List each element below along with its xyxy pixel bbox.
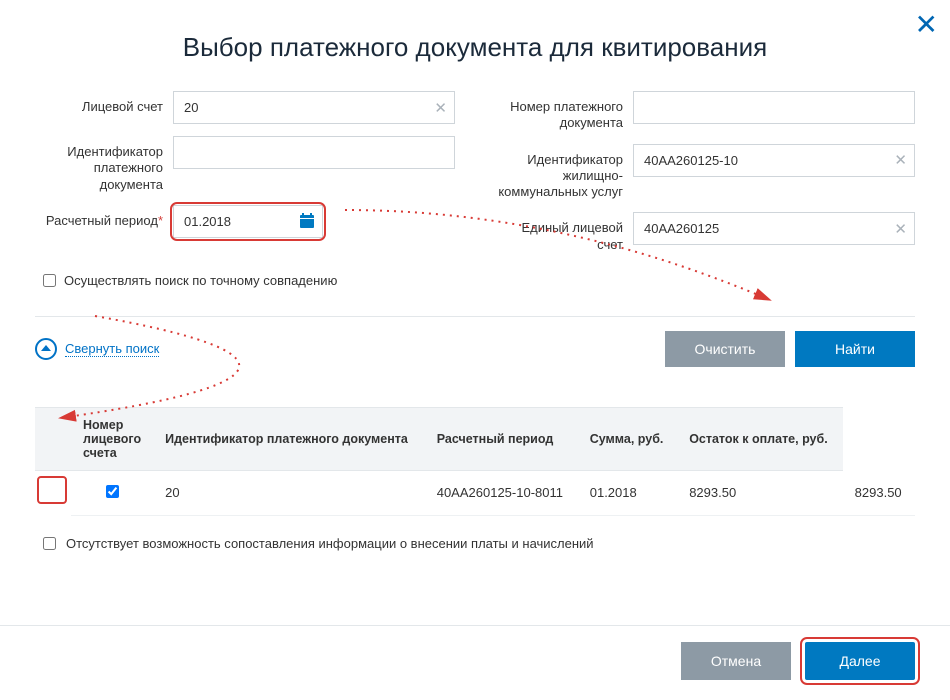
next-button[interactable]: Далее (805, 642, 915, 680)
table-row: 20 40АА260125-10-8011 01.2018 8293.50 82… (35, 470, 915, 515)
exact-search-label: Осуществлять поиск по точному совпадению (64, 273, 337, 288)
no-match-label: Отсутствует возможность сопоставления ин… (66, 536, 594, 551)
doc-number-input[interactable] (633, 91, 915, 124)
doc-id-input[interactable] (173, 136, 455, 169)
col-doc-id: Идентификатор платежного документа (153, 407, 425, 470)
cell-doc-id: 40АА260125-10-8011 (425, 470, 578, 515)
exact-search-checkbox[interactable] (43, 274, 56, 287)
cell-period: 01.2018 (578, 470, 677, 515)
divider (35, 316, 915, 317)
find-button[interactable]: Найти (795, 331, 915, 367)
col-remainder: Остаток к оплате, руб. (677, 407, 842, 470)
clear-icon[interactable]: ✕ (894, 151, 907, 169)
unified-account-label: Единый лицевой счет (495, 212, 633, 253)
results-table: Номер лицевого счета Идентификатор плате… (35, 407, 915, 516)
close-icon[interactable]: ✕ (915, 8, 938, 41)
col-account: Номер лицевого счета (71, 407, 153, 470)
clear-button[interactable]: Очистить (665, 331, 785, 367)
cancel-button[interactable]: Отмена (681, 642, 791, 680)
period-label: Расчетный период* (35, 205, 173, 229)
account-label: Лицевой счет (35, 91, 173, 115)
clear-icon[interactable]: ✕ (434, 99, 447, 117)
col-checkbox (35, 407, 71, 470)
clear-icon[interactable]: ✕ (894, 220, 907, 238)
unified-account-input[interactable] (633, 212, 915, 245)
modal-title: Выбор платежного документа для квитирова… (35, 32, 915, 63)
row-checkbox[interactable] (106, 485, 119, 498)
col-period: Расчетный период (425, 407, 578, 470)
chevron-up-icon (35, 338, 57, 360)
cell-remainder: 8293.50 (843, 470, 915, 515)
no-match-checkbox[interactable] (43, 537, 56, 550)
collapse-search-link[interactable]: Свернуть поиск (35, 338, 159, 360)
service-id-label: Идентификатор жилищно-коммунальных услуг (495, 144, 633, 201)
doc-id-label: Идентификатор платежного документа (35, 136, 173, 193)
calendar-icon[interactable] (299, 213, 315, 229)
cell-account: 20 (153, 470, 425, 515)
service-id-input[interactable] (633, 144, 915, 177)
doc-number-label: Номер платежного документа (495, 91, 633, 132)
account-input[interactable] (173, 91, 455, 124)
col-sum: Сумма, руб. (578, 407, 677, 470)
cell-sum: 8293.50 (677, 470, 842, 515)
